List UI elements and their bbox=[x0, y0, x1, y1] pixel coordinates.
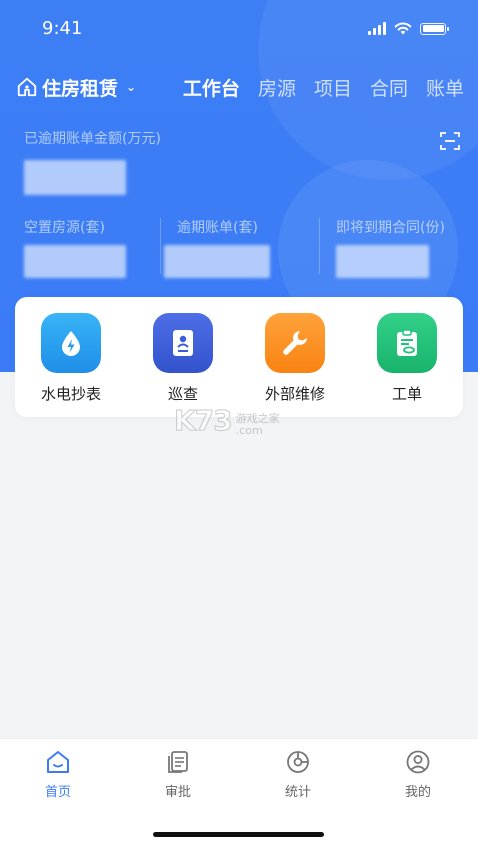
top-navigation: 住房租赁 ⌄ 工作台 房源 项目 合同 账单 bbox=[16, 70, 464, 104]
org-name: 住房租赁 bbox=[42, 77, 119, 100]
bottom-nav-profile[interactable]: 我的 bbox=[378, 749, 458, 800]
divider bbox=[160, 218, 161, 274]
quick-action-label: 巡查 bbox=[167, 385, 198, 403]
quick-action-inspection[interactable]: 巡查 bbox=[133, 313, 233, 404]
quick-actions-card: 水电抄表 巡查 外部维修 工单 bbox=[15, 297, 463, 417]
bottom-nav-label: 我的 bbox=[404, 785, 431, 800]
quick-action-label: 工单 bbox=[391, 385, 422, 403]
overdue-bills-label: 逾期账单(套) bbox=[177, 220, 258, 236]
home-outline-icon bbox=[17, 77, 37, 97]
bottom-nav-label: 统计 bbox=[284, 785, 311, 800]
watermark: K73 游戏之家 .com bbox=[173, 403, 279, 437]
quick-action-meter-reading[interactable]: 水电抄表 bbox=[21, 313, 121, 404]
home-indicator bbox=[153, 832, 324, 837]
home-icon bbox=[47, 751, 69, 773]
bottom-nav-label: 首页 bbox=[44, 785, 71, 800]
status-bar: 9:41 bbox=[0, 0, 478, 58]
quick-action-external-repair[interactable]: 外部维修 bbox=[245, 313, 345, 404]
vacant-housing-label: 空置房源(套) bbox=[24, 220, 105, 236]
overdue-bills-value-blurred bbox=[164, 245, 270, 278]
tab-projects[interactable]: 项目 bbox=[314, 74, 352, 101]
signal-icon bbox=[368, 22, 386, 35]
bottom-nav-approval[interactable]: 审批 bbox=[138, 749, 218, 800]
bottom-nav-label: 审批 bbox=[164, 785, 191, 800]
status-icons bbox=[368, 22, 449, 35]
quick-action-work-order[interactable]: 工单 bbox=[357, 313, 457, 404]
bottom-nav-statistics[interactable]: 统计 bbox=[258, 749, 338, 800]
quick-action-label: 外部维修 bbox=[264, 385, 325, 403]
overdue-amount-value-blurred bbox=[24, 160, 126, 195]
watermark-logo: K73 bbox=[173, 403, 233, 437]
tab-housing[interactable]: 房源 bbox=[258, 74, 296, 101]
divider bbox=[319, 218, 320, 274]
vacant-housing-value-blurred bbox=[24, 245, 126, 278]
document-icon bbox=[168, 751, 188, 773]
bottom-nav-home[interactable]: 首页 bbox=[18, 749, 98, 800]
overdue-amount-label: 已逾期账单金额(万元) bbox=[24, 131, 161, 147]
tab-contracts[interactable]: 合同 bbox=[370, 74, 408, 101]
scan-icon[interactable] bbox=[440, 131, 460, 151]
chart-icon bbox=[287, 751, 309, 773]
wrench-icon bbox=[265, 313, 325, 373]
water-drop-bolt-icon bbox=[41, 313, 101, 373]
user-icon bbox=[406, 750, 430, 774]
wifi-icon bbox=[394, 22, 412, 35]
status-time: 9:41 bbox=[42, 18, 83, 39]
org-switcher[interactable]: 住房租赁 ⌄ bbox=[16, 74, 136, 101]
quick-action-label: 水电抄表 bbox=[40, 385, 101, 403]
expiring-contracts-label: 即将到期合同(份) bbox=[336, 220, 445, 236]
battery-icon bbox=[420, 22, 449, 35]
chevron-down-icon: ⌄ bbox=[126, 80, 137, 94]
expiring-contracts-value-blurred bbox=[336, 245, 429, 278]
clipboard-icon bbox=[377, 313, 437, 373]
main-tabs: 工作台 房源 项目 合同 账单 bbox=[183, 74, 464, 101]
tab-workbench[interactable]: 工作台 bbox=[183, 74, 240, 101]
watermark-line2: .com bbox=[235, 424, 263, 437]
tab-bills[interactable]: 账单 bbox=[426, 74, 464, 101]
inspection-badge-icon bbox=[153, 313, 213, 373]
